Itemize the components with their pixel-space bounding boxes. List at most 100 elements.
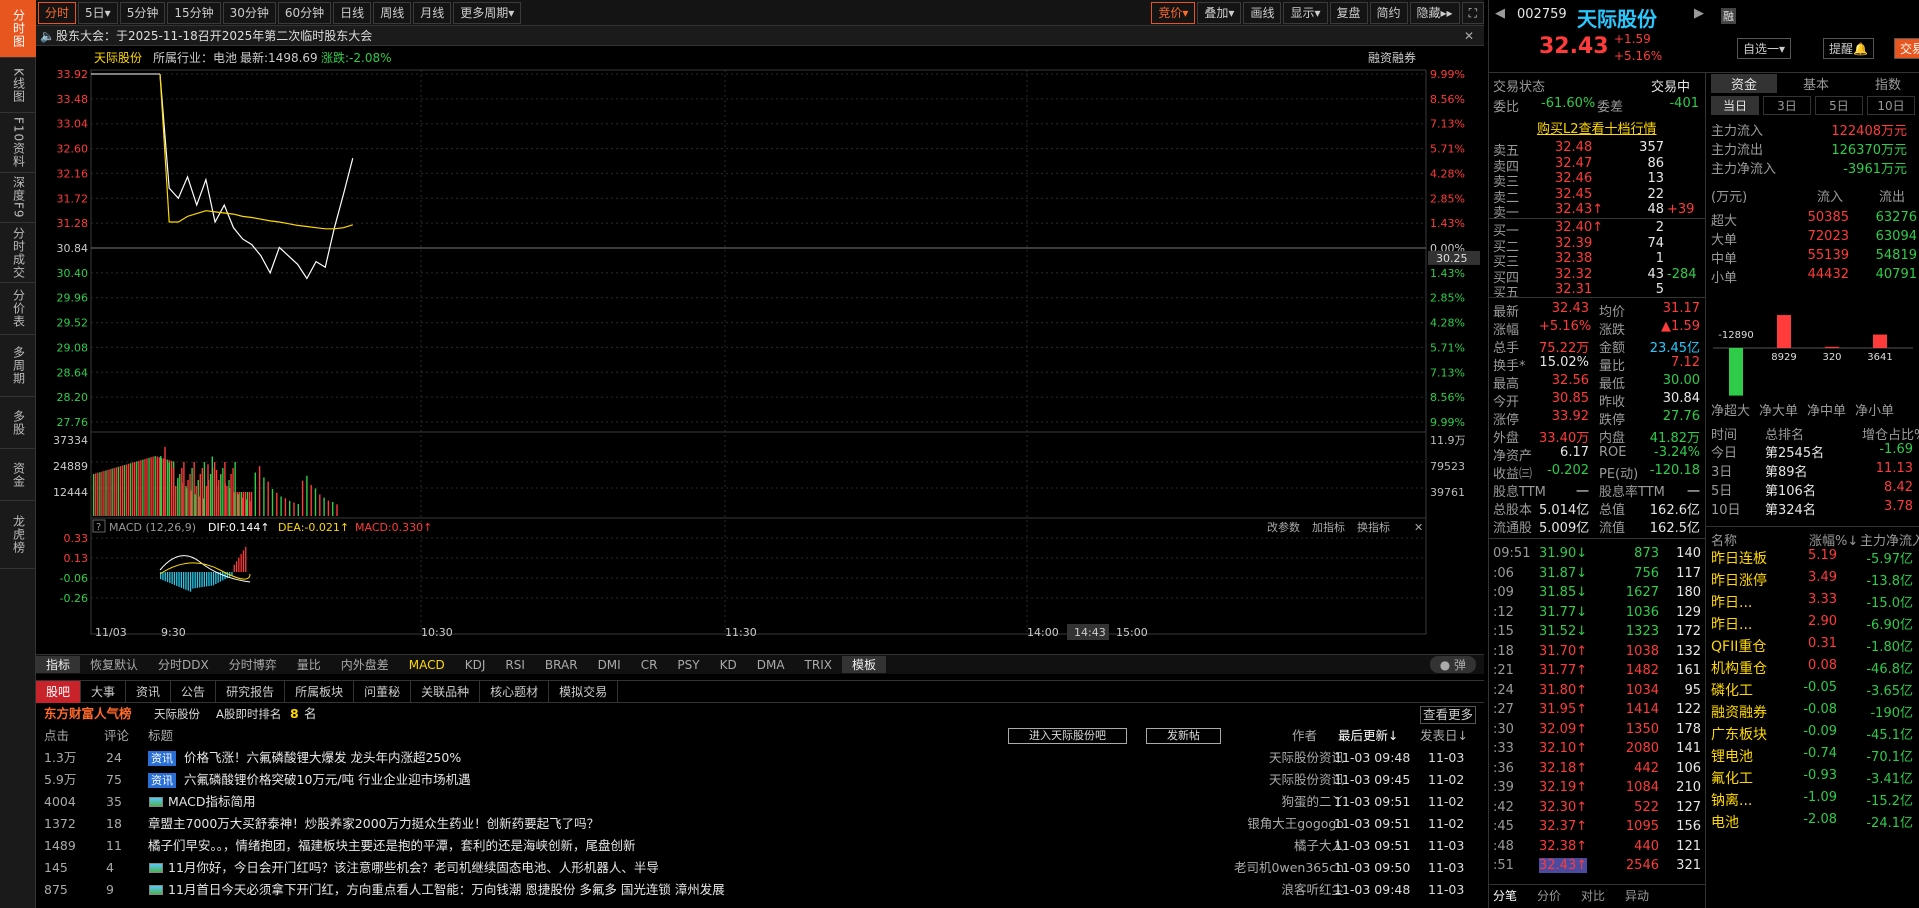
fullscreen-icon[interactable]: ⛶ <box>1461 1 1484 24</box>
enter-bar-button[interactable]: 进入天际股份吧 <box>1008 728 1127 744</box>
period-tab-5[interactable]: 60分钟 <box>277 1 332 24</box>
sector-name[interactable]: 钠离... <box>1711 790 1752 810</box>
tool-btn-1[interactable]: 叠加▾ <box>1197 1 1242 24</box>
post-title[interactable]: 六氟磷酸锂价格突破10万元/吨 行业企业迎市场机遇 <box>184 769 471 791</box>
indicator-tab-2[interactable]: 分时DDX <box>148 656 219 673</box>
guba-tab-4[interactable]: 研究报告 <box>216 681 286 703</box>
indicator-tab-8[interactable]: RSI <box>495 658 535 672</box>
period-tab-2[interactable]: 5分钟 <box>119 1 166 24</box>
period-tab-6[interactable]: 日线 <box>333 1 372 24</box>
bottom-tab-0[interactable]: 分笔 <box>1493 887 1517 904</box>
guba-row[interactable]: 1.3万 24 资讯 价格飞涨！六氟磷酸锂大爆发 龙头年内涨超250% 天际股份资讯 11… <box>36 747 1484 769</box>
nav-item-6[interactable]: 多周期 <box>0 335 36 397</box>
guba-tab-8[interactable]: 核心题材 <box>480 681 550 703</box>
nav-item-4[interactable]: 分时成交 <box>0 223 36 283</box>
period-tab-0[interactable]: 分时 <box>38 1 77 24</box>
quote-btn-1[interactable]: 提醒🔔 <box>1823 38 1874 59</box>
post-title[interactable]: 11月首日今天必须拿下开门红，方向重点看人工智能：万向钱潮 恩捷股份 多氟多 国… <box>168 879 725 901</box>
guba-tab-9[interactable]: 模拟交易 <box>549 681 619 703</box>
nav-item-8[interactable]: 资金 <box>0 449 36 501</box>
post-title[interactable]: 11月你好，今日会开门红吗？该注意哪些机会？老司机继续固态电池、人形机器人、半导 <box>168 857 659 879</box>
tool-btn-3[interactable]: 显示▾ <box>1283 1 1328 24</box>
sector-name[interactable]: 融资融券 <box>1711 702 1767 722</box>
indicator-tab-11[interactable]: CR <box>631 658 668 672</box>
sector-name[interactable]: 磷化工 <box>1711 680 1753 700</box>
guba-col-4[interactable]: 最后更新↓ <box>1338 725 1398 747</box>
indicator-tab-0[interactable]: 指标 <box>36 656 81 673</box>
l2-link[interactable]: 购买L2查看十档行情 <box>1537 118 1657 137</box>
fund-subtab-0[interactable]: 当日 <box>1711 96 1759 115</box>
nav-item-1[interactable]: K线图 <box>0 58 36 113</box>
close-icon[interactable]: ✕ <box>1464 26 1474 46</box>
fund-subtab-2[interactable]: 5日 <box>1815 96 1863 115</box>
guba-tab-1[interactable]: 大事 <box>81 681 127 703</box>
indicator-tab-12[interactable]: PSY <box>667 658 709 672</box>
sector-name[interactable]: 广东板块 <box>1711 724 1767 744</box>
period-tab-8[interactable]: 月线 <box>413 1 452 24</box>
quote-btn-0[interactable]: 自选一▾ <box>1737 38 1792 59</box>
sector-name[interactable]: 机构重仓 <box>1711 658 1767 678</box>
quote-btn-2[interactable]: 交易▸ <box>1894 38 1919 59</box>
fund-tab-0[interactable]: 资金 <box>1711 74 1777 93</box>
nav-item-9[interactable]: 龙虎榜 <box>0 501 36 569</box>
nav-item-7[interactable]: 多股 <box>0 397 36 449</box>
guba-tab-2[interactable]: 资讯 <box>126 681 172 703</box>
sector-name[interactable]: 昨日连板 <box>1711 548 1767 568</box>
new-post-button[interactable]: 发新帖 <box>1146 728 1221 744</box>
guba-tab-7[interactable]: 关联品种 <box>411 681 481 703</box>
nav-item-0[interactable]: 分时图 <box>0 0 36 58</box>
fund-subtab-1[interactable]: 3日 <box>1763 96 1811 115</box>
period-tab-4[interactable]: 30分钟 <box>222 1 276 24</box>
guba-row[interactable]: 1489 11 橘子们早安。。，情绪抱团，福建板块主要还是抱的平潭，套利的还是海峡创… <box>36 835 1484 857</box>
post-author[interactable]: 银角大王gogogo <box>1247 813 1344 835</box>
tool-btn-2[interactable]: 画线 <box>1243 1 1282 24</box>
post-title[interactable]: 价格飞涨！六氟磷酸锂大爆发 龙头年内涨超250% <box>184 747 461 769</box>
sector-name[interactable]: 锂电池 <box>1711 746 1753 766</box>
sector-name[interactable]: 电池 <box>1711 812 1739 832</box>
fund-tab-2[interactable]: 指数 <box>1855 74 1919 93</box>
guba-tab-5[interactable]: 所属板块 <box>285 681 355 703</box>
guba-row[interactable]: 875 9 11月首日今天必须拿下开门红，方向重点看人工智能：万向钱潮 恩捷股份 多… <box>36 879 1484 901</box>
guba-row[interactable]: 4004 35 MACD指标简用 狗蛋的二丫 11-03 09:51 11-02 <box>36 791 1484 813</box>
tool-btn-0[interactable]: 竞价▾ <box>1151 1 1196 24</box>
guba-tab-0[interactable]: 股吧 <box>36 681 82 703</box>
indicator-tab-1[interactable]: 恢复默认 <box>80 656 148 673</box>
bottom-tab-2[interactable]: 对比 <box>1581 887 1605 904</box>
fund-tab-1[interactable]: 基本 <box>1783 74 1849 93</box>
sector-name[interactable]: 昨日... <box>1711 614 1752 634</box>
post-title[interactable]: 橘子们早安。。，情绪抱团，福建板块主要还是抱的平潭，套利的还是海峡创新，尾盘创新 <box>148 835 636 857</box>
post-title[interactable]: MACD指标简用 <box>168 791 255 813</box>
indicator-tab-5[interactable]: 内外盘差 <box>331 656 399 673</box>
popup-toggle[interactable]: ● 弹 <box>1429 656 1476 673</box>
post-title[interactable]: 章盟主7000万大买舒泰神！炒股养家2000万力挺众生药业！创新药要起飞了吗？ <box>148 813 599 835</box>
period-tab-1[interactable]: 5日▾ <box>78 1 118 24</box>
tool-btn-6[interactable]: 隐藏▸▸ <box>1409 1 1460 24</box>
fund-subtab-3[interactable]: 10日 <box>1867 96 1915 115</box>
sector-name[interactable]: QFII重仓 <box>1711 636 1766 656</box>
period-tab-3[interactable]: 15分钟 <box>167 1 221 24</box>
intraday-chart[interactable]: 天际股份 所属行业：电池 最新:1498.69 涨跌:-2.08% 融资融券 33.92 9… <box>36 46 1484 654</box>
indicator-tab-4[interactable]: 量比 <box>287 656 331 673</box>
indicator-tab-14[interactable]: DMA <box>747 658 795 672</box>
post-author[interactable]: 老司机0wen365ch <box>1234 857 1344 879</box>
sector-name[interactable]: 昨日... <box>1711 592 1752 612</box>
nav-item-5[interactable]: 分价表 <box>0 283 36 335</box>
guba-col-5[interactable]: 发表日↓ <box>1420 725 1468 747</box>
indicator-tab-10[interactable]: DMI <box>588 658 631 672</box>
guba-row[interactable]: 145 4 11月你好，今日会开门红吗？该注意哪些机会？老司机继续固态电池、人形机器… <box>36 857 1484 879</box>
sector-name[interactable]: 氟化工 <box>1711 768 1753 788</box>
sector-name[interactable]: 昨日涨停 <box>1711 570 1767 590</box>
indicator-tab-9[interactable]: BRAR <box>535 658 588 672</box>
period-tab-9[interactable]: 更多周期▾ <box>453 1 522 24</box>
guba-row[interactable]: 5.9万 75 资讯 六氟磷酸锂价格突破10万元/吨 行业企业迎市场机遇 天际股份资讯 1… <box>36 769 1484 791</box>
post-author[interactable]: 天际股份资讯 <box>1269 747 1344 769</box>
indicator-tab-7[interactable]: KDJ <box>455 658 496 672</box>
indicator-tab-3[interactable]: 分时博弈 <box>219 656 287 673</box>
tool-btn-5[interactable]: 简约 <box>1369 1 1408 24</box>
chart-area[interactable]: 天际股份 所属行业：电池 最新:1498.69 涨跌:-2.08% 融资融券 33.92 9… <box>36 46 1484 664</box>
guba-tab-6[interactable]: 问董秘 <box>354 681 412 703</box>
indicator-tab-15[interactable]: TRIX <box>795 658 842 672</box>
bottom-tab-1[interactable]: 分价 <box>1537 887 1561 904</box>
bottom-tab-3[interactable]: 异动 <box>1625 887 1649 904</box>
indicator-tab-6[interactable]: MACD <box>399 658 455 672</box>
